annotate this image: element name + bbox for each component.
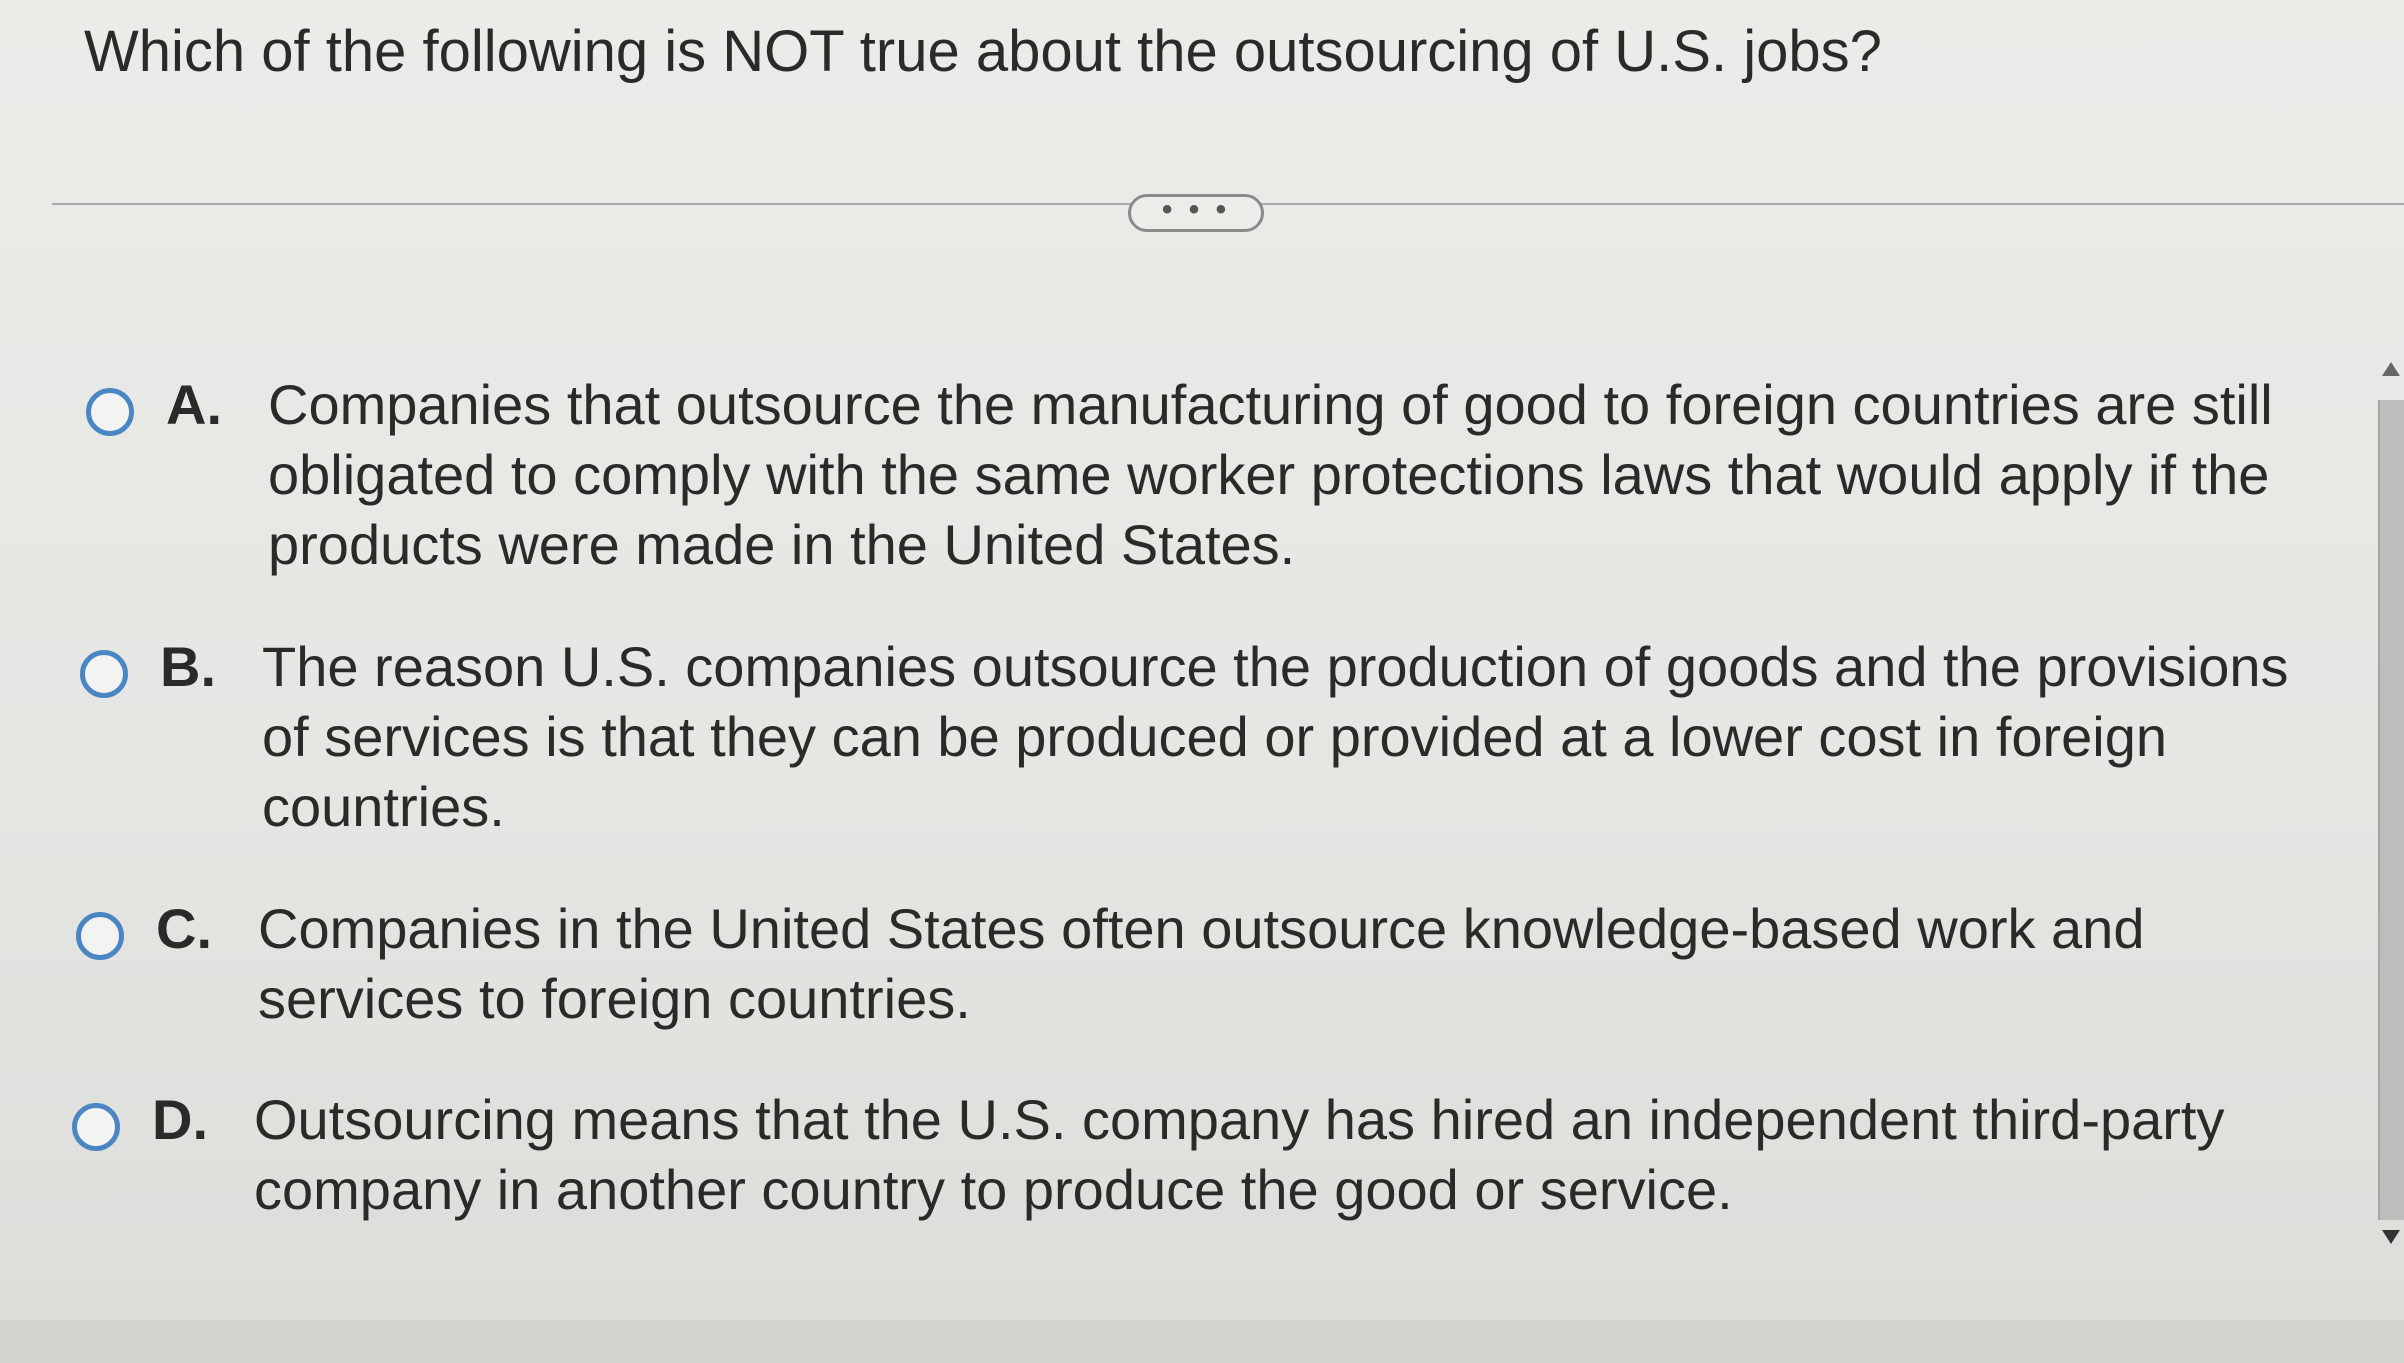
radio-button-a[interactable] bbox=[86, 388, 134, 436]
more-options-button[interactable]: • • • bbox=[1128, 194, 1264, 232]
option-b-letter: B. bbox=[160, 635, 216, 698]
footer-band bbox=[0, 1320, 2404, 1363]
radio-button-c[interactable] bbox=[76, 912, 124, 960]
option-c-text[interactable]: Companies in the United States often out… bbox=[258, 894, 2288, 1034]
scrollbar[interactable] bbox=[2378, 400, 2404, 1220]
radio-button-b[interactable] bbox=[80, 650, 128, 698]
option-a-letter: A. bbox=[166, 373, 222, 436]
option-d-text[interactable]: Outsourcing means that the U.S. company … bbox=[254, 1085, 2294, 1225]
option-c-letter: C. bbox=[156, 897, 212, 960]
ellipsis-icon: • • • bbox=[1161, 193, 1231, 226]
question-text: Which of the following is NOT true about… bbox=[84, 19, 1882, 84]
radio-button-d[interactable] bbox=[72, 1103, 120, 1151]
option-d-letter: D. bbox=[152, 1088, 208, 1151]
scroll-down-arrow-icon[interactable] bbox=[2382, 1230, 2400, 1244]
option-b-text[interactable]: The reason U.S. companies outsource the … bbox=[262, 632, 2302, 842]
scroll-up-arrow-icon[interactable] bbox=[2382, 362, 2400, 376]
option-a-text[interactable]: Companies that outsource the manufacturi… bbox=[268, 370, 2318, 580]
